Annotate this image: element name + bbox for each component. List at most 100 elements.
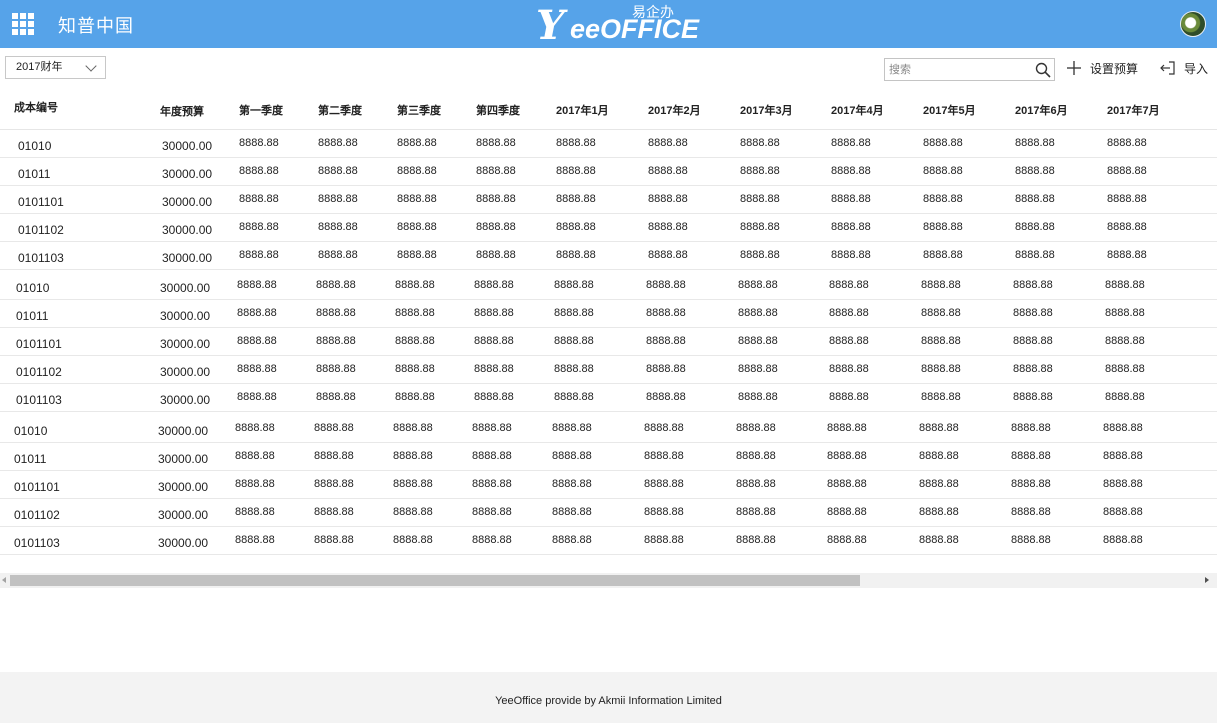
period-budget-cell: 8888.88 bbox=[314, 478, 354, 490]
column-header: 第二季度 bbox=[318, 105, 362, 117]
period-budget-cell: 8888.88 bbox=[314, 450, 354, 462]
cost-code-cell: 0101102 bbox=[16, 365, 62, 379]
period-budget-cell: 8888.88 bbox=[237, 391, 277, 403]
period-budget-cell: 8888.88 bbox=[314, 506, 354, 518]
period-budget-cell: 8888.88 bbox=[397, 221, 437, 233]
period-budget-cell: 8888.88 bbox=[831, 165, 871, 177]
period-budget-cell: 8888.88 bbox=[923, 193, 963, 205]
scroll-left-arrow-icon[interactable] bbox=[2, 577, 6, 583]
period-budget-cell: 8888.88 bbox=[1013, 335, 1053, 347]
scrollbar-thumb[interactable] bbox=[10, 575, 860, 586]
annual-budget-cell: 30000.00 bbox=[160, 365, 211, 379]
period-budget-cell: 8888.88 bbox=[644, 478, 684, 490]
period-budget-cell: 8888.88 bbox=[316, 335, 356, 347]
period-budget-cell: 8888.88 bbox=[393, 450, 433, 462]
period-budget-cell: 8888.88 bbox=[827, 478, 867, 490]
footer: YeeOffice provide by Akmii Information L… bbox=[0, 672, 1217, 723]
period-budget-cell: 8888.88 bbox=[736, 422, 776, 434]
fiscal-year-value: 2017财年 bbox=[16, 61, 63, 73]
annual-budget-cell: 30000.00 bbox=[160, 337, 211, 351]
table-row[interactable]: 0101103 30000.00 8888.88 8888.88 8888.88 8888… bbox=[0, 527, 1217, 555]
period-budget-cell: 8888.88 bbox=[740, 137, 780, 149]
search-icon[interactable] bbox=[1035, 62, 1051, 78]
period-budget-cell: 8888.88 bbox=[476, 249, 516, 261]
table-row[interactable]: 0101102 30000.00 8888.88 8888.88 8888.88 8888… bbox=[0, 499, 1217, 527]
set-budget-button[interactable]: 设置预算 bbox=[1067, 58, 1139, 80]
top-bar: 知普中国 Y eeOFFICE 易企办 bbox=[0, 0, 1217, 48]
period-budget-cell: 8888.88 bbox=[1103, 422, 1143, 434]
org-name: 知普中国 bbox=[58, 16, 134, 36]
period-budget-cell: 8888.88 bbox=[474, 279, 514, 291]
period-budget-cell: 8888.88 bbox=[395, 391, 435, 403]
period-budget-cell: 8888.88 bbox=[648, 137, 688, 149]
table-row[interactable]: 0101103 30000.00 8888.88 8888.88 8888.88 8888… bbox=[0, 242, 1217, 270]
period-budget-cell: 8888.88 bbox=[644, 506, 684, 518]
set-budget-label: 设置预算 bbox=[1090, 62, 1139, 76]
period-budget-cell: 8888.88 bbox=[235, 534, 275, 546]
logo-initial: Y bbox=[536, 2, 565, 49]
period-budget-cell: 8888.88 bbox=[556, 221, 596, 233]
period-budget-cell: 8888.88 bbox=[921, 363, 961, 375]
table-row[interactable]: 0101102 30000.00 8888.88 8888.88 8888.88 8888… bbox=[0, 356, 1217, 384]
period-budget-cell: 8888.88 bbox=[476, 221, 516, 233]
period-budget-cell: 8888.88 bbox=[237, 307, 277, 319]
period-budget-cell: 8888.88 bbox=[239, 165, 279, 177]
cost-code-cell: 0101102 bbox=[14, 508, 60, 522]
period-budget-cell: 8888.88 bbox=[646, 335, 686, 347]
import-button[interactable]: 导入 bbox=[1160, 58, 1210, 80]
period-budget-cell: 8888.88 bbox=[827, 534, 867, 546]
period-budget-cell: 8888.88 bbox=[736, 534, 776, 546]
period-budget-cell: 8888.88 bbox=[397, 193, 437, 205]
period-budget-cell: 8888.88 bbox=[235, 506, 275, 518]
table-row[interactable]: 01010 30000.00 8888.88 8888.88 8888.88 8888.8… bbox=[0, 415, 1217, 443]
annual-budget-cell: 30000.00 bbox=[158, 508, 209, 522]
period-budget-cell: 8888.88 bbox=[395, 335, 435, 347]
period-budget-cell: 8888.88 bbox=[738, 335, 778, 347]
scroll-right-arrow-icon[interactable] bbox=[1205, 577, 1209, 583]
period-budget-cell: 8888.88 bbox=[738, 391, 778, 403]
annual-budget-cell: 30000.00 bbox=[158, 452, 209, 466]
period-budget-cell: 8888.88 bbox=[829, 391, 869, 403]
search-input[interactable] bbox=[889, 61, 1029, 78]
period-budget-cell: 8888.88 bbox=[921, 391, 961, 403]
table-row[interactable]: 0101102 30000.00 8888.88 8888.88 8888.88 8888… bbox=[0, 214, 1217, 242]
annual-budget-cell: 30000.00 bbox=[158, 536, 209, 550]
period-budget-cell: 8888.88 bbox=[554, 279, 594, 291]
period-budget-cell: 8888.88 bbox=[472, 478, 512, 490]
table-row[interactable]: 01011 30000.00 8888.88 8888.88 8888.88 8888.8… bbox=[0, 443, 1217, 471]
cost-code-cell: 01011 bbox=[14, 452, 47, 466]
table-row[interactable]: 0101103 30000.00 8888.88 8888.88 8888.88 8888… bbox=[0, 384, 1217, 412]
period-budget-cell: 8888.88 bbox=[648, 193, 688, 205]
period-budget-cell: 8888.88 bbox=[829, 307, 869, 319]
annual-budget-cell: 30000.00 bbox=[160, 393, 211, 407]
cost-code-cell: 01010 bbox=[14, 424, 48, 438]
period-budget-cell: 8888.88 bbox=[318, 249, 358, 261]
period-budget-cell: 8888.88 bbox=[1015, 221, 1055, 233]
app-grid-icon[interactable] bbox=[12, 13, 34, 35]
column-header: 第一季度 bbox=[239, 105, 283, 117]
user-avatar[interactable] bbox=[1180, 11, 1206, 37]
period-budget-cell: 8888.88 bbox=[318, 221, 358, 233]
period-budget-cell: 8888.88 bbox=[1105, 335, 1145, 347]
cost-code-cell: 01010 bbox=[16, 281, 50, 295]
horizontal-scrollbar[interactable] bbox=[0, 573, 1217, 588]
period-budget-cell: 8888.88 bbox=[923, 165, 963, 177]
column-header: 2017年1月 bbox=[556, 105, 609, 117]
period-budget-cell: 8888.88 bbox=[393, 534, 433, 546]
fiscal-year-select[interactable]: 2017财年 bbox=[5, 56, 106, 79]
table-row[interactable]: 0101101 30000.00 8888.88 8888.88 8888.88 8888… bbox=[0, 328, 1217, 356]
period-budget-cell: 8888.88 bbox=[393, 422, 433, 434]
period-budget-cell: 8888.88 bbox=[554, 335, 594, 347]
table-row[interactable]: 01011 30000.00 8888.88 8888.88 8888.88 8888.8… bbox=[0, 158, 1217, 186]
table-row[interactable]: 0101101 30000.00 8888.88 8888.88 8888.88 8888… bbox=[0, 471, 1217, 499]
annual-budget-cell: 30000.00 bbox=[162, 251, 213, 265]
period-budget-cell: 8888.88 bbox=[1013, 307, 1053, 319]
period-budget-cell: 8888.88 bbox=[474, 307, 514, 319]
column-header: 2017年3月 bbox=[740, 105, 793, 117]
period-budget-cell: 8888.88 bbox=[318, 193, 358, 205]
table-row[interactable]: 01011 30000.00 8888.88 8888.88 8888.88 8888.8… bbox=[0, 300, 1217, 328]
table-row[interactable]: 01010 30000.00 8888.88 8888.88 8888.88 8888.8… bbox=[0, 130, 1217, 158]
table-row[interactable]: 01010 30000.00 8888.88 8888.88 8888.88 8888.8… bbox=[0, 272, 1217, 300]
period-budget-cell: 8888.88 bbox=[646, 391, 686, 403]
table-row[interactable]: 0101101 30000.00 8888.88 8888.88 8888.88 8888… bbox=[0, 186, 1217, 214]
